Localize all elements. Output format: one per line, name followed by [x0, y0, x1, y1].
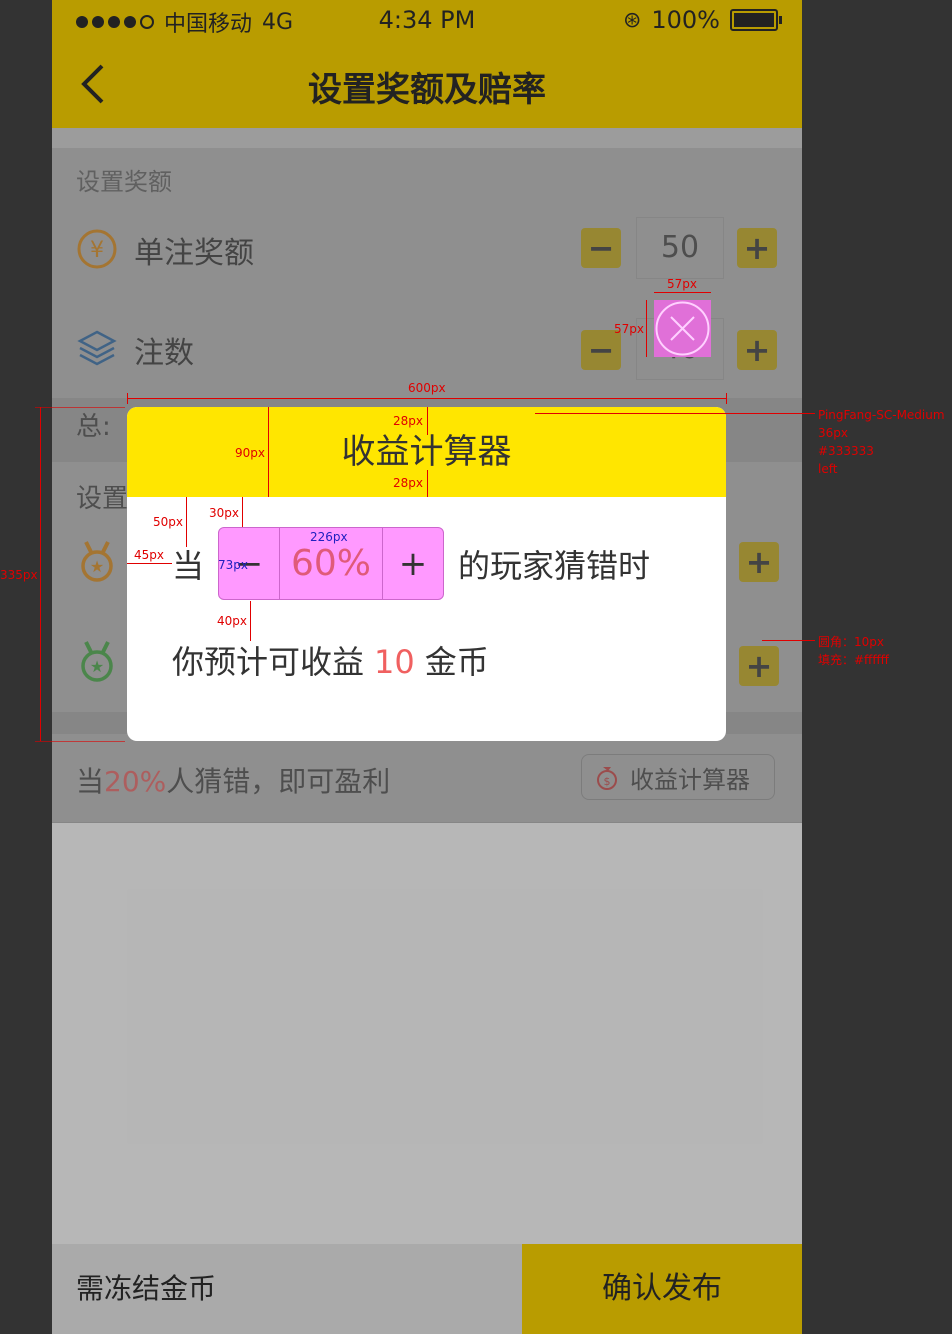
freeze-coins-label: 需冻结金币: [52, 1244, 522, 1334]
anno-height-335: 335px: [0, 568, 38, 582]
profit-calculator-modal: 收益计算器 当 − 60% + 的玩家猜错时 你预计可收益 10 金币: [127, 407, 726, 741]
anno-pad-28a: 28px: [393, 414, 423, 428]
battery-icon: [730, 9, 782, 31]
battery-label: 100%: [651, 6, 720, 34]
modal-line2: 你预计可收益 10 金币: [172, 637, 489, 683]
anno-header-90: 90px: [235, 446, 265, 460]
status-bar: 中国移动 4G 4:34 PM ⊛ 100%: [52, 0, 802, 40]
anno-width-57: 57px: [667, 277, 697, 291]
anno-radius-spec: 圆角：10px 填充：#ffffff: [818, 635, 889, 667]
anno-pad-50: 50px: [153, 515, 183, 529]
anno-width-226: 226px: [310, 530, 348, 544]
anno-font-spec: PingFang-SC-Medium 36px #333333 left: [818, 408, 945, 476]
anno-pad-30: 30px: [209, 506, 239, 520]
anno-height-73: 73px: [218, 558, 248, 572]
line2-prefix: 你预计可收益: [172, 643, 365, 681]
anno-pad-45: 45px: [134, 548, 164, 562]
anno-pad-28b: 28px: [393, 476, 423, 490]
stepper-plus-button[interactable]: +: [383, 528, 443, 599]
nav-bar: 设置奖额及赔率: [52, 40, 802, 128]
bottom-bar: 需冻结金币 确认发布: [52, 1244, 802, 1334]
close-button[interactable]: [654, 300, 711, 357]
anno-height-57: 57px: [614, 322, 644, 336]
divider: [52, 128, 802, 148]
page-title: 设置奖额及赔率: [308, 70, 546, 110]
line1-prefix: 当: [172, 546, 205, 585]
rotation-lock-icon: ⊛: [622, 7, 642, 33]
line2-suffix: 金币: [424, 643, 489, 681]
line1-suffix: 的玩家猜错时: [458, 546, 651, 585]
anno-width-600: 600px: [408, 381, 446, 395]
close-icon: [655, 301, 710, 356]
confirm-publish-button[interactable]: 确认发布: [522, 1244, 802, 1334]
anno-pad-40: 40px: [217, 614, 247, 628]
profit-value: 10: [374, 643, 415, 681]
